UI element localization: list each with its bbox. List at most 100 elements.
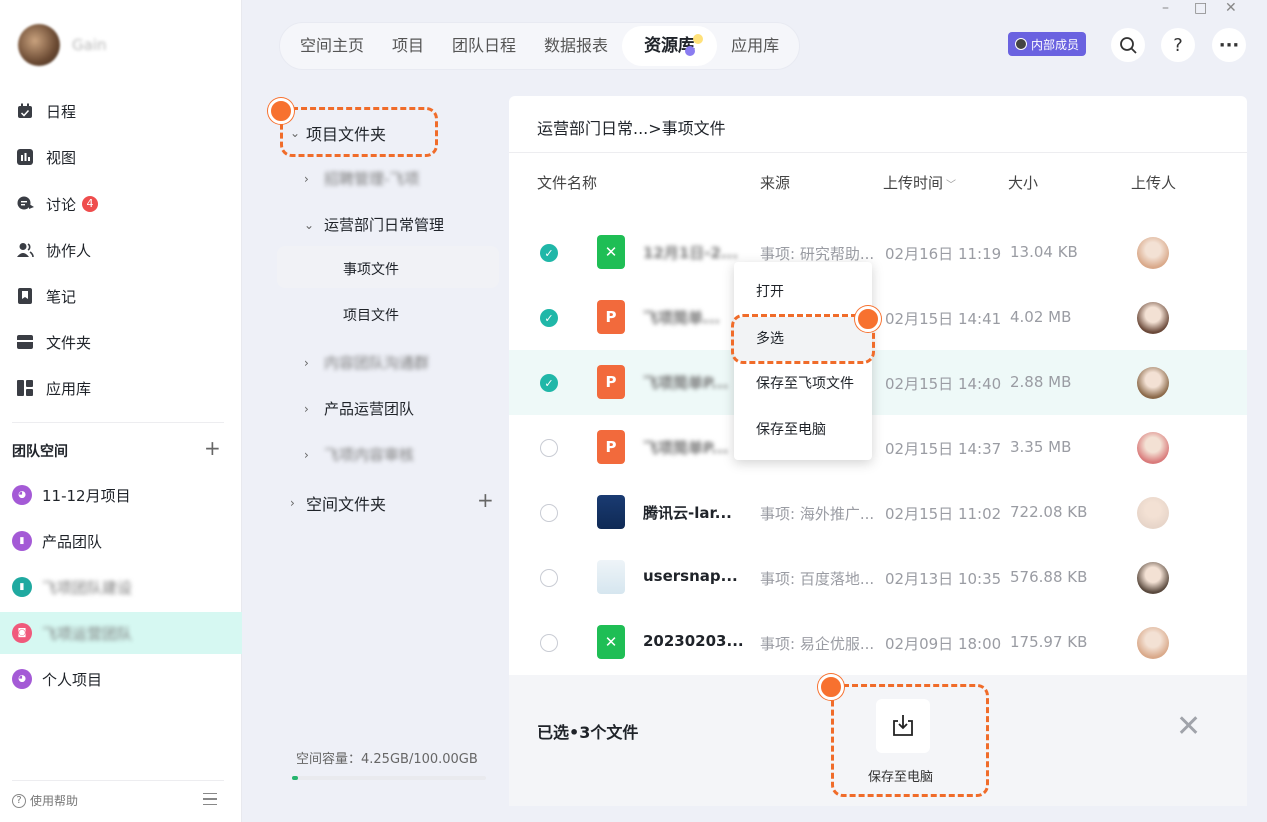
team-item[interactable]: ◕ 个人项目 [0,658,242,700]
bookmark-icon [17,288,33,304]
help-link[interactable]: ? 使用帮助 [12,792,78,809]
member-badge: 内部成员 [1008,32,1087,56]
spreadsheet-icon: ✕ [597,625,625,659]
tree-item[interactable]: › 飞项内容审核 [304,444,414,465]
help-label: 使用帮助 [30,794,79,808]
nav-label: 日程 [46,102,77,121]
col-header-uploader[interactable]: 上传人 [1131,172,1176,193]
tree-item[interactable]: › 产品运营团队 [304,398,414,419]
col-header-time[interactable]: 上传时间 ﹀ [883,172,956,193]
tab-resources[interactable]: 资源库 [622,26,718,66]
chevron-right-icon: › [304,171,309,186]
sort-icon: ﹀ [946,180,957,191]
user-profile[interactable]: Gain [18,24,107,66]
user-name: Gain [72,36,107,54]
checkbox-checked[interactable]: ✓ [540,309,558,327]
tab-space-home[interactable]: 空间主页 [286,26,378,66]
checkbox-checked[interactable]: ✓ [540,244,558,262]
storage-progress-fill [292,776,298,780]
tree-item[interactable]: › 内容团队沟通群 [304,352,429,373]
checkbox[interactable] [540,634,558,652]
col-header-size[interactable]: 大小 [1008,172,1038,193]
presentation-icon: P [597,430,625,464]
question-icon: ? [12,793,26,808]
file-size: 3.35 MB [1010,438,1072,456]
menu-icon[interactable] [203,793,217,805]
minimize-button[interactable]: – [1162,0,1169,16]
close-window-button[interactable]: ✕ [1225,0,1237,16]
upload-time: 02月13日 10:35 [885,570,1002,588]
checkbox-checked[interactable]: ✓ [540,374,558,392]
tab-team-schedule[interactable]: 团队日程 [438,26,530,66]
close-selection-button[interactable]: ✕ [1176,712,1201,742]
team-label: 11-12月项目 [42,486,131,505]
nav-item-view[interactable]: 视图 [0,137,242,177]
team-item[interactable]: ▮ 飞项团队建设 [0,566,242,608]
checkbox[interactable] [540,569,558,587]
chevron-right-icon: › [290,496,295,510]
avatar [1137,367,1169,399]
team-item-active[interactable]: ◙ 飞项运营团队 [0,612,242,654]
add-folder-button[interactable]: + [477,488,494,512]
image-thumbnail-icon [597,495,625,529]
col-header-name[interactable]: 文件名称 [537,172,597,193]
divider [12,422,224,423]
nav-item-collaborators[interactable]: 协作人 [0,230,242,270]
menu-item-open[interactable]: 打开 [734,270,872,314]
nav-item-discussion[interactable]: 讨论 4 [0,184,242,224]
search-button[interactable] [1111,28,1145,62]
menu-item-save-to-feixiang[interactable]: 保存至飞项文件 [734,362,872,406]
nav-item-schedule[interactable]: 日程 [0,91,242,131]
checkbox[interactable] [540,439,558,457]
tree-item-event-files[interactable]: 事项文件 [343,259,399,279]
breadcrumb[interactable]: 运营部门日常...>事项文件 [537,115,726,139]
file-size: 2.88 MB [1010,373,1072,391]
file-name[interactable]: 腾讯云-lar... [643,502,732,523]
discussion-icon [17,196,34,212]
checkbox[interactable] [540,504,558,522]
file-name[interactable]: 12月1日-2... [643,242,738,263]
help-button[interactable]: ? [1161,28,1195,62]
chevron-down-icon: ⌄ [304,217,315,232]
tree-item[interactable]: › 招聘管理-飞项 [304,168,419,189]
team-item[interactable]: ▮ 产品团队 [0,520,242,562]
avatar[interactable] [18,24,60,66]
tree-label: 运营部门日常管理 [324,216,445,234]
upload-time: 02月15日 14:40 [885,375,1002,393]
tree-space-folder[interactable]: › 空间文件夹 [290,491,386,515]
avatar [1137,302,1169,334]
nav-label: 应用库 [46,379,92,398]
file-name[interactable]: 飞项简单P... [643,437,728,458]
tree-label: 内容团队沟通群 [324,354,430,372]
nav-item-apps[interactable]: 应用库 [0,368,242,408]
people-icon [17,242,34,258]
team-label: 飞项运营团队 [42,624,133,643]
tree-item-project-files[interactable]: 项目文件 [343,305,399,325]
project-icon: ◕ [12,669,32,689]
tree-item-ops[interactable]: ⌄ 运营部门日常管理 [304,214,444,235]
nav-label: 协作人 [46,241,92,260]
presentation-icon: P [597,365,625,399]
selection-count: 已选•3个文件 [537,723,639,742]
file-name[interactable]: 20230203... [643,632,744,650]
sidebar: Gain 日程 视图 讨论 4 协作人 笔记 文件夹 应用库 团队空间 + ◕ … [0,0,242,822]
tab-apps[interactable]: 应用库 [717,26,793,66]
maximize-button[interactable]: □ [1194,0,1207,16]
team-item[interactable]: ◕ 11-12月项目 [0,474,242,516]
tab-reports[interactable]: 数据报表 [530,26,622,66]
upload-time: 02月15日 14:41 [885,310,1002,328]
more-button[interactable]: ··· [1212,28,1246,62]
menu-item-save-to-computer[interactable]: 保存至电脑 [734,408,872,452]
file-name[interactable]: 飞项简单P... [643,372,728,393]
col-header-source[interactable]: 来源 [760,172,790,193]
annotation-dot [855,306,881,332]
file-name[interactable]: usersnap... [643,567,738,585]
upload-time: 02月15日 14:37 [885,440,1002,458]
nav-item-notes[interactable]: 笔记 [0,276,242,316]
spreadsheet-icon: ✕ [597,235,625,269]
add-team-button[interactable]: + [204,437,221,459]
tab-project[interactable]: 项目 [378,26,438,66]
file-name[interactable]: 飞项简单... [643,307,720,328]
nav-item-folder[interactable]: 文件夹 [0,322,242,362]
annotation-highlight-box [831,684,989,797]
